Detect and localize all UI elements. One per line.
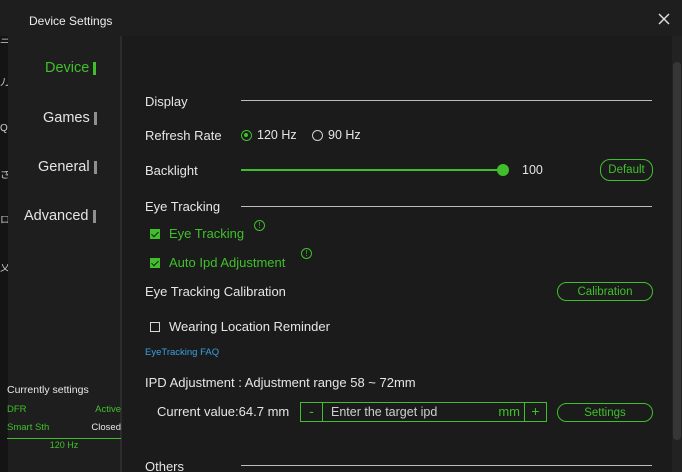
scrollbar[interactable] — [672, 36, 682, 472]
backlight-label: Backlight — [145, 163, 198, 178]
setting-key: Smart Sth — [7, 422, 50, 433]
others-section-title: Others — [145, 459, 185, 472]
default-button[interactable]: Default — [600, 159, 653, 181]
active-indicator — [93, 61, 97, 75]
backlight-slider[interactable] — [241, 164, 509, 176]
current-setting-row: Smart Sth Closed — [7, 422, 121, 433]
current-settings-title: Currently settings — [7, 384, 89, 396]
refresh-rate-label: Refresh Rate — [145, 128, 222, 143]
ipd-unit: mm — [498, 404, 520, 419]
calibration-label: Eye Tracking Calibration — [145, 284, 286, 299]
setting-value: Closed — [91, 422, 121, 433]
eye-tracking-checkbox[interactable]: Eye Tracking — [150, 226, 244, 241]
current-setting-row: DFR Active — [7, 404, 121, 415]
calibration-button[interactable]: Calibration — [557, 282, 653, 301]
strip-glyph: 又 — [0, 264, 8, 274]
checkbox-box — [150, 228, 160, 239]
item-indicator — [93, 160, 97, 174]
backlight-value: 100 — [522, 163, 543, 177]
slider-fill — [241, 169, 503, 171]
ipd-settings-button[interactable]: Settings — [557, 403, 653, 422]
info-icon[interactable]: ! — [301, 248, 312, 259]
strip-glyph: 三 — [0, 36, 8, 46]
item-indicator — [93, 111, 97, 125]
checkbox-label: Eye Tracking — [169, 226, 245, 241]
scrollbar-thumb[interactable] — [673, 62, 681, 440]
section-divider — [241, 100, 652, 101]
eyetracking-faq-link[interactable]: EyeTracking FAQ — [145, 347, 219, 358]
strip-glyph: ロ — [0, 216, 8, 226]
checkbox-box — [150, 257, 160, 268]
auto-ipd-checkbox[interactable]: Auto Ipd Adjustment — [150, 255, 285, 270]
checkbox-label: Wearing Location Reminder — [169, 319, 330, 334]
ipd-increase-button[interactable]: + — [524, 403, 546, 421]
radio-label: 120 Hz — [257, 128, 297, 142]
slider-knob[interactable] — [497, 164, 509, 176]
setting-value: Active — [95, 404, 121, 415]
strip-glyph: Q — [0, 124, 8, 134]
close-icon[interactable] — [657, 12, 671, 26]
checkbox-label: Auto Ipd Adjustment — [169, 255, 286, 270]
sidebar-item-label: Advanced — [24, 208, 89, 224]
current-refresh-rate: 120 Hz — [7, 438, 121, 450]
display-section-title: Display — [145, 94, 188, 109]
ipd-target-input[interactable] — [323, 403, 499, 421]
ipd-title: IPD Adjustment : Adjustment range 58 ~ 7… — [145, 375, 416, 390]
ipd-current-value: Current value:64.7 mm — [157, 404, 290, 419]
refresh-120-radio[interactable]: 120 Hz — [241, 128, 297, 142]
strip-glyph: 刀 — [0, 78, 8, 88]
ipd-stepper: - mm + — [300, 402, 547, 422]
title-bar: Device Settings — [0, 0, 682, 36]
eye-tracking-section-title: Eye Tracking — [145, 199, 221, 214]
ipd-decrease-button[interactable]: - — [301, 403, 323, 421]
refresh-90-radio[interactable]: 90 Hz — [312, 128, 361, 142]
sidebar-item-label: Device — [45, 60, 90, 76]
sidebar-item-label: General — [38, 159, 90, 175]
radio-indicator — [312, 129, 323, 141]
sidebar-item-label: Games — [43, 110, 90, 126]
radio-indicator — [241, 129, 252, 141]
info-icon[interactable]: ! — [254, 220, 265, 231]
strip-glyph: さ — [0, 171, 8, 181]
window-title: Device Settings — [29, 14, 113, 28]
checkbox-box — [150, 321, 160, 332]
wearing-reminder-checkbox[interactable]: Wearing Location Reminder — [150, 319, 330, 334]
item-indicator — [92, 209, 96, 223]
radio-label: 90 Hz — [328, 128, 361, 142]
section-divider — [241, 465, 652, 466]
section-divider — [241, 206, 652, 207]
setting-key: DFR — [7, 404, 27, 415]
